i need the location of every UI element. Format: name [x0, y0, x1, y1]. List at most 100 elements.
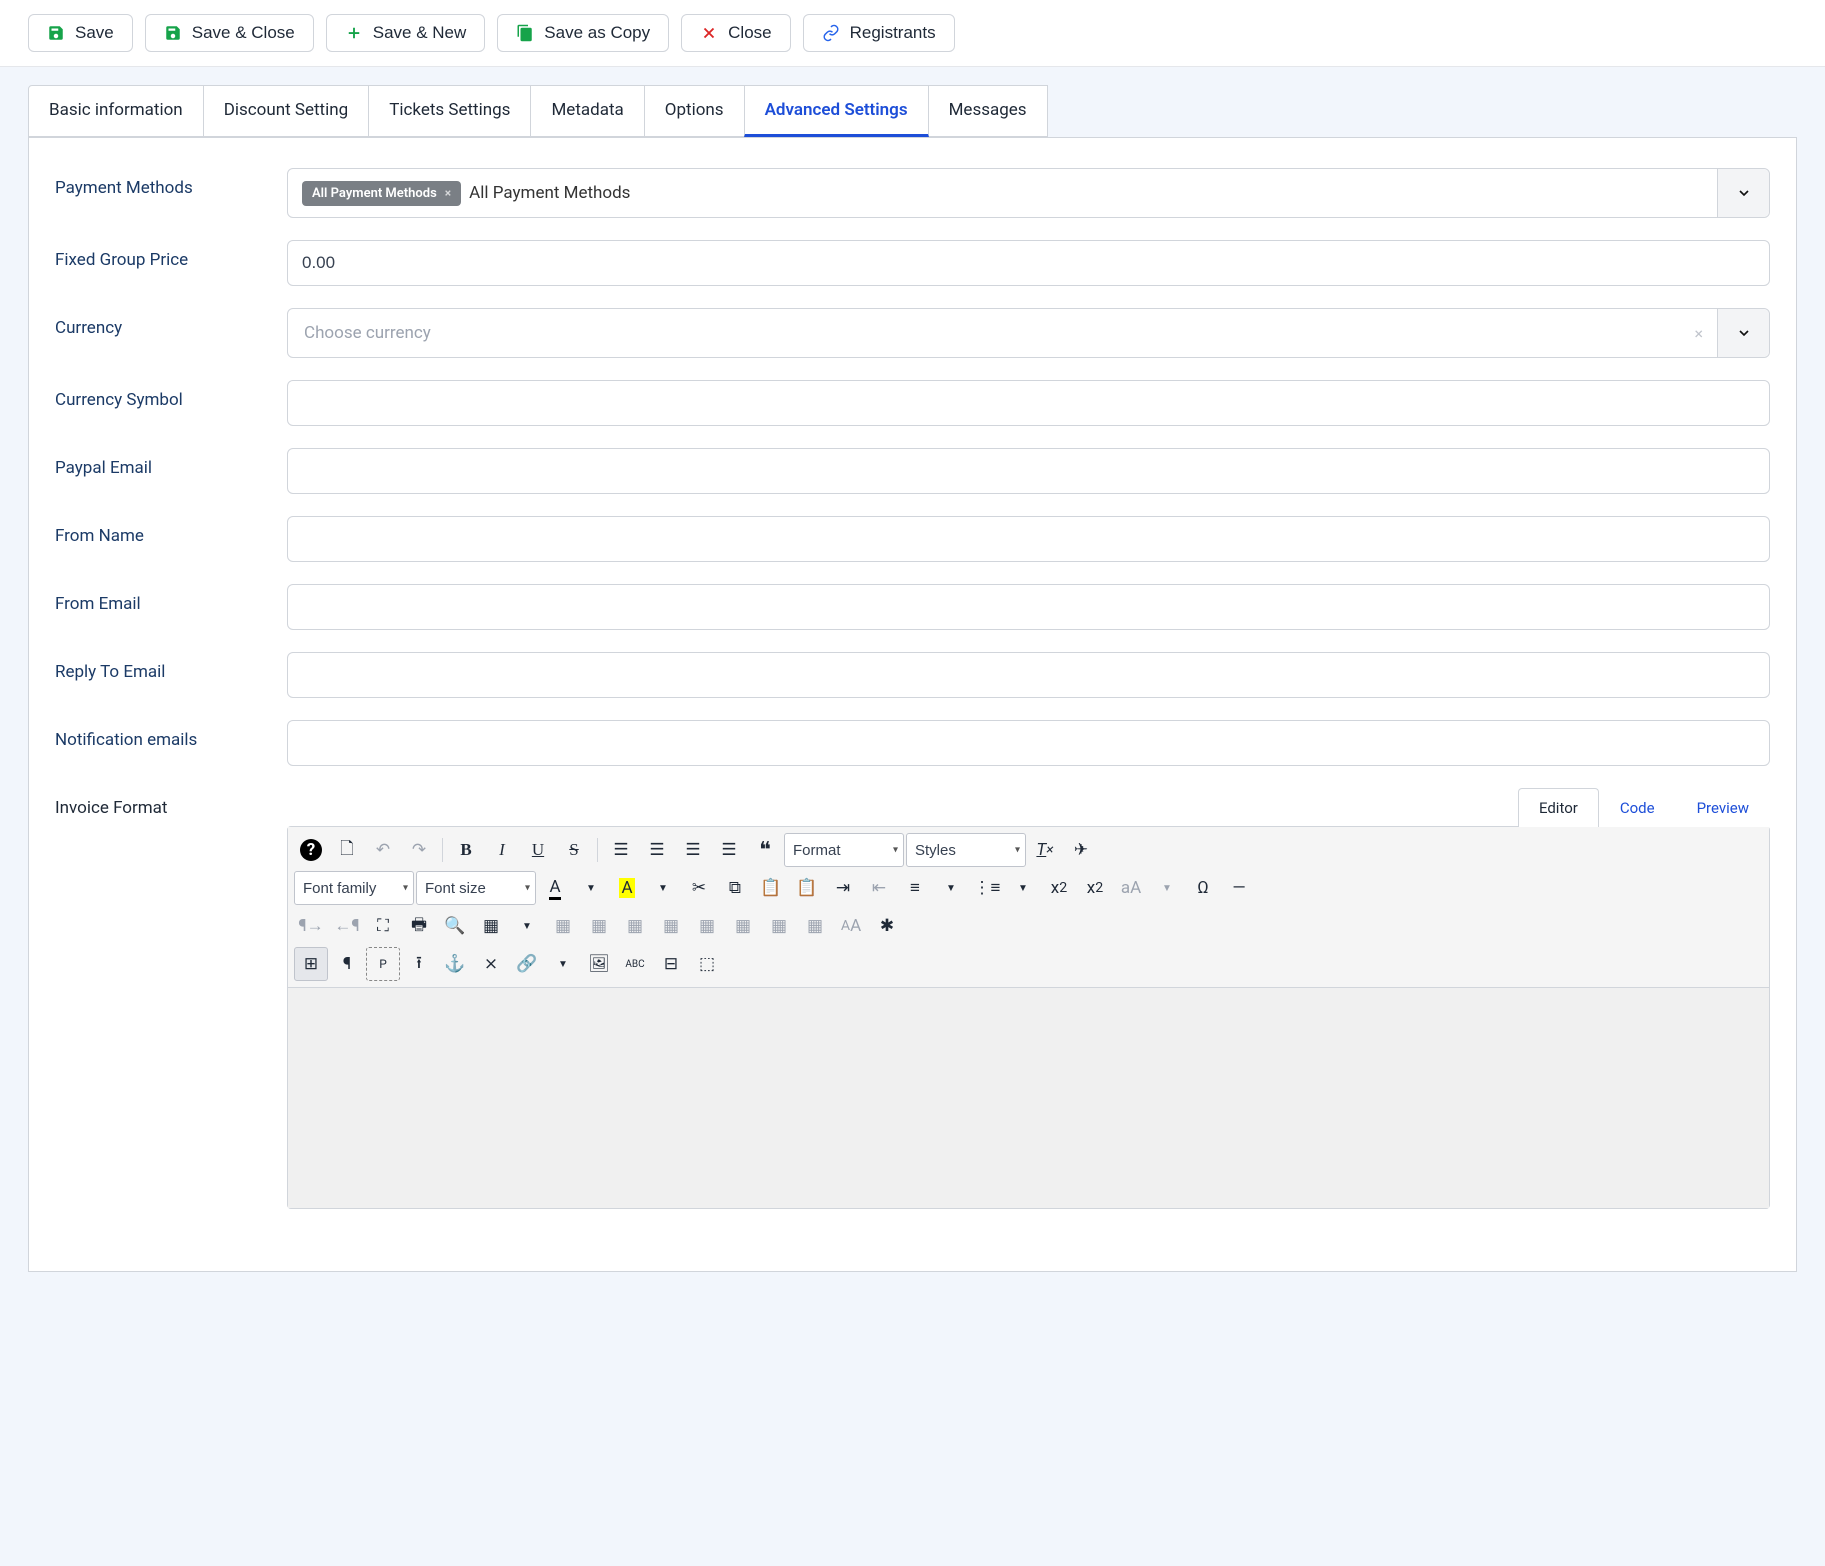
editor-toolbar: ? 🗋 ↶ ↷ B I U S ☰ ☰ ☰ ☰ ❝	[288, 827, 1769, 988]
bold-icon[interactable]: B	[449, 833, 483, 867]
new-document-icon[interactable]: 🗋	[330, 833, 364, 867]
registrants-button[interactable]: Registrants	[803, 14, 955, 52]
rtl-icon[interactable]: ←¶	[330, 909, 364, 943]
save-copy-button[interactable]: Save as Copy	[497, 14, 669, 52]
table-col-after-icon[interactable]: ▦	[690, 909, 724, 943]
table-merge-icon[interactable]: ▦	[762, 909, 796, 943]
ltr-icon[interactable]: ¶→	[294, 909, 328, 943]
letter-case-icon[interactable]: aA	[1114, 871, 1148, 905]
anchor-icon[interactable]: ⚓	[438, 947, 472, 981]
outdent-icon[interactable]: ⇤	[862, 871, 896, 905]
upload-icon[interactable]: ⭱	[402, 947, 436, 981]
link-icon[interactable]: 🔗	[510, 947, 544, 981]
table-delete-row-icon[interactable]: ▦	[618, 909, 652, 943]
chevron-down-icon[interactable]: ▼	[1150, 871, 1184, 905]
chevron-down-icon[interactable]	[1717, 169, 1769, 217]
table-delete-col-icon[interactable]: ▦	[726, 909, 760, 943]
unordered-list-icon[interactable]: ⋮≡	[970, 871, 1004, 905]
help-icon[interactable]: ?	[300, 839, 322, 861]
payment-methods-chip[interactable]: All Payment Methods ×	[302, 181, 461, 206]
superscript-icon[interactable]: x2	[1078, 871, 1112, 905]
styles-select[interactable]: Styles	[906, 833, 1026, 867]
table-split-icon[interactable]: ▦	[798, 909, 832, 943]
horizontal-rule-icon[interactable]: —	[1222, 871, 1256, 905]
chevron-down-icon[interactable]: ▼	[1006, 871, 1040, 905]
table-row-before-icon[interactable]: ▦	[546, 909, 580, 943]
save-close-button[interactable]: Save & Close	[145, 14, 314, 52]
from-name-input[interactable]	[287, 516, 1770, 562]
paste-text-icon[interactable]: 📋	[790, 871, 824, 905]
undo-icon[interactable]: ↶	[366, 833, 400, 867]
editor-tab-editor[interactable]: Editor	[1518, 788, 1599, 827]
from-email-input[interactable]	[287, 584, 1770, 630]
copy-icon[interactable]: ⧉	[718, 871, 752, 905]
currency-symbol-input[interactable]	[287, 380, 1770, 426]
align-justify-icon[interactable]: ☰	[712, 833, 746, 867]
editor-tab-code[interactable]: Code	[1599, 788, 1676, 827]
reply-to-email-input[interactable]	[287, 652, 1770, 698]
underline-icon[interactable]: U	[521, 833, 555, 867]
table-col-before-icon[interactable]: ▦	[654, 909, 688, 943]
tab-discount-setting[interactable]: Discount Setting	[203, 85, 370, 137]
notification-emails-input[interactable]	[287, 720, 1770, 766]
clear-formatting-icon[interactable]: T×	[1028, 833, 1062, 867]
fullscreen-icon[interactable]: ⛶	[366, 909, 400, 943]
font-size-select[interactable]: Font size	[416, 871, 536, 905]
strikethrough-icon[interactable]: S	[557, 833, 591, 867]
font-size-icon[interactable]: AA	[834, 909, 868, 943]
indent-icon[interactable]: ⇥	[826, 871, 860, 905]
currency-select[interactable]: Choose currency ×	[287, 308, 1770, 358]
chip-remove-icon[interactable]: ×	[445, 186, 451, 200]
tab-metadata[interactable]: Metadata	[530, 85, 644, 137]
unlink-icon[interactable]: ⨯	[474, 947, 508, 981]
chevron-down-icon[interactable]	[1717, 309, 1769, 357]
text-color-icon[interactable]: A	[538, 871, 572, 905]
align-right-icon[interactable]: ☰	[676, 833, 710, 867]
page-break-icon[interactable]: ⊟	[654, 947, 688, 981]
table-icon[interactable]: ▦	[474, 909, 508, 943]
editor-tab-preview[interactable]: Preview	[1676, 788, 1770, 827]
clear-icon[interactable]: ×	[1680, 324, 1717, 343]
spellcheck-icon[interactable]: ABC	[618, 947, 652, 981]
brush-icon[interactable]: ✈	[1064, 833, 1098, 867]
format-select[interactable]: Format	[784, 833, 904, 867]
italic-icon[interactable]: I	[485, 833, 519, 867]
gear-icon[interactable]: ✱	[870, 909, 904, 943]
paste-icon[interactable]: 📋	[754, 871, 788, 905]
close-button[interactable]: Close	[681, 14, 790, 52]
blockquote-icon[interactable]: ❝	[748, 833, 782, 867]
paragraph-icon[interactable]: ¶	[330, 947, 364, 981]
chevron-down-icon[interactable]: ▼	[574, 871, 608, 905]
redo-icon[interactable]: ↷	[402, 833, 436, 867]
print-icon[interactable]: 🖶	[402, 909, 436, 943]
image-icon[interactable]: 🖼	[582, 947, 616, 981]
chevron-down-icon[interactable]: ▼	[510, 909, 544, 943]
save-new-button[interactable]: Save & New	[326, 14, 486, 52]
save-button[interactable]: Save	[28, 14, 133, 52]
align-left-icon[interactable]: ☰	[604, 833, 638, 867]
show-blocks-icon[interactable]: ⊞	[294, 947, 328, 981]
fixed-group-price-input[interactable]	[287, 240, 1770, 286]
chevron-down-icon[interactable]: ▼	[646, 871, 680, 905]
tab-basic-information[interactable]: Basic information	[28, 85, 204, 137]
subscript-icon[interactable]: x2	[1042, 871, 1076, 905]
search-icon[interactable]: 🔍	[438, 909, 472, 943]
payment-methods-select[interactable]: All Payment Methods × All Payment Method…	[287, 168, 1770, 218]
tab-tickets-settings[interactable]: Tickets Settings	[368, 85, 531, 137]
tab-messages[interactable]: Messages	[928, 85, 1048, 137]
paypal-email-input[interactable]	[287, 448, 1770, 494]
font-family-select[interactable]: Font family	[294, 871, 414, 905]
tab-advanced-settings[interactable]: Advanced Settings	[744, 85, 929, 137]
editor-content-area[interactable]	[288, 988, 1769, 1208]
ordered-list-icon[interactable]: ≡	[898, 871, 932, 905]
chevron-down-icon[interactable]: ▼	[934, 871, 968, 905]
table-row-after-icon[interactable]: ▦	[582, 909, 616, 943]
highlight-color-icon[interactable]: A	[610, 871, 644, 905]
chevron-down-icon[interactable]: ▼	[546, 947, 580, 981]
special-char-icon[interactable]: Ω	[1186, 871, 1220, 905]
align-center-icon[interactable]: ☰	[640, 833, 674, 867]
insert-template-icon[interactable]: ⬚	[690, 947, 724, 981]
page-break-visual-icon[interactable]: P	[366, 947, 400, 981]
tab-options[interactable]: Options	[644, 85, 745, 137]
cut-icon[interactable]: ✂	[682, 871, 716, 905]
